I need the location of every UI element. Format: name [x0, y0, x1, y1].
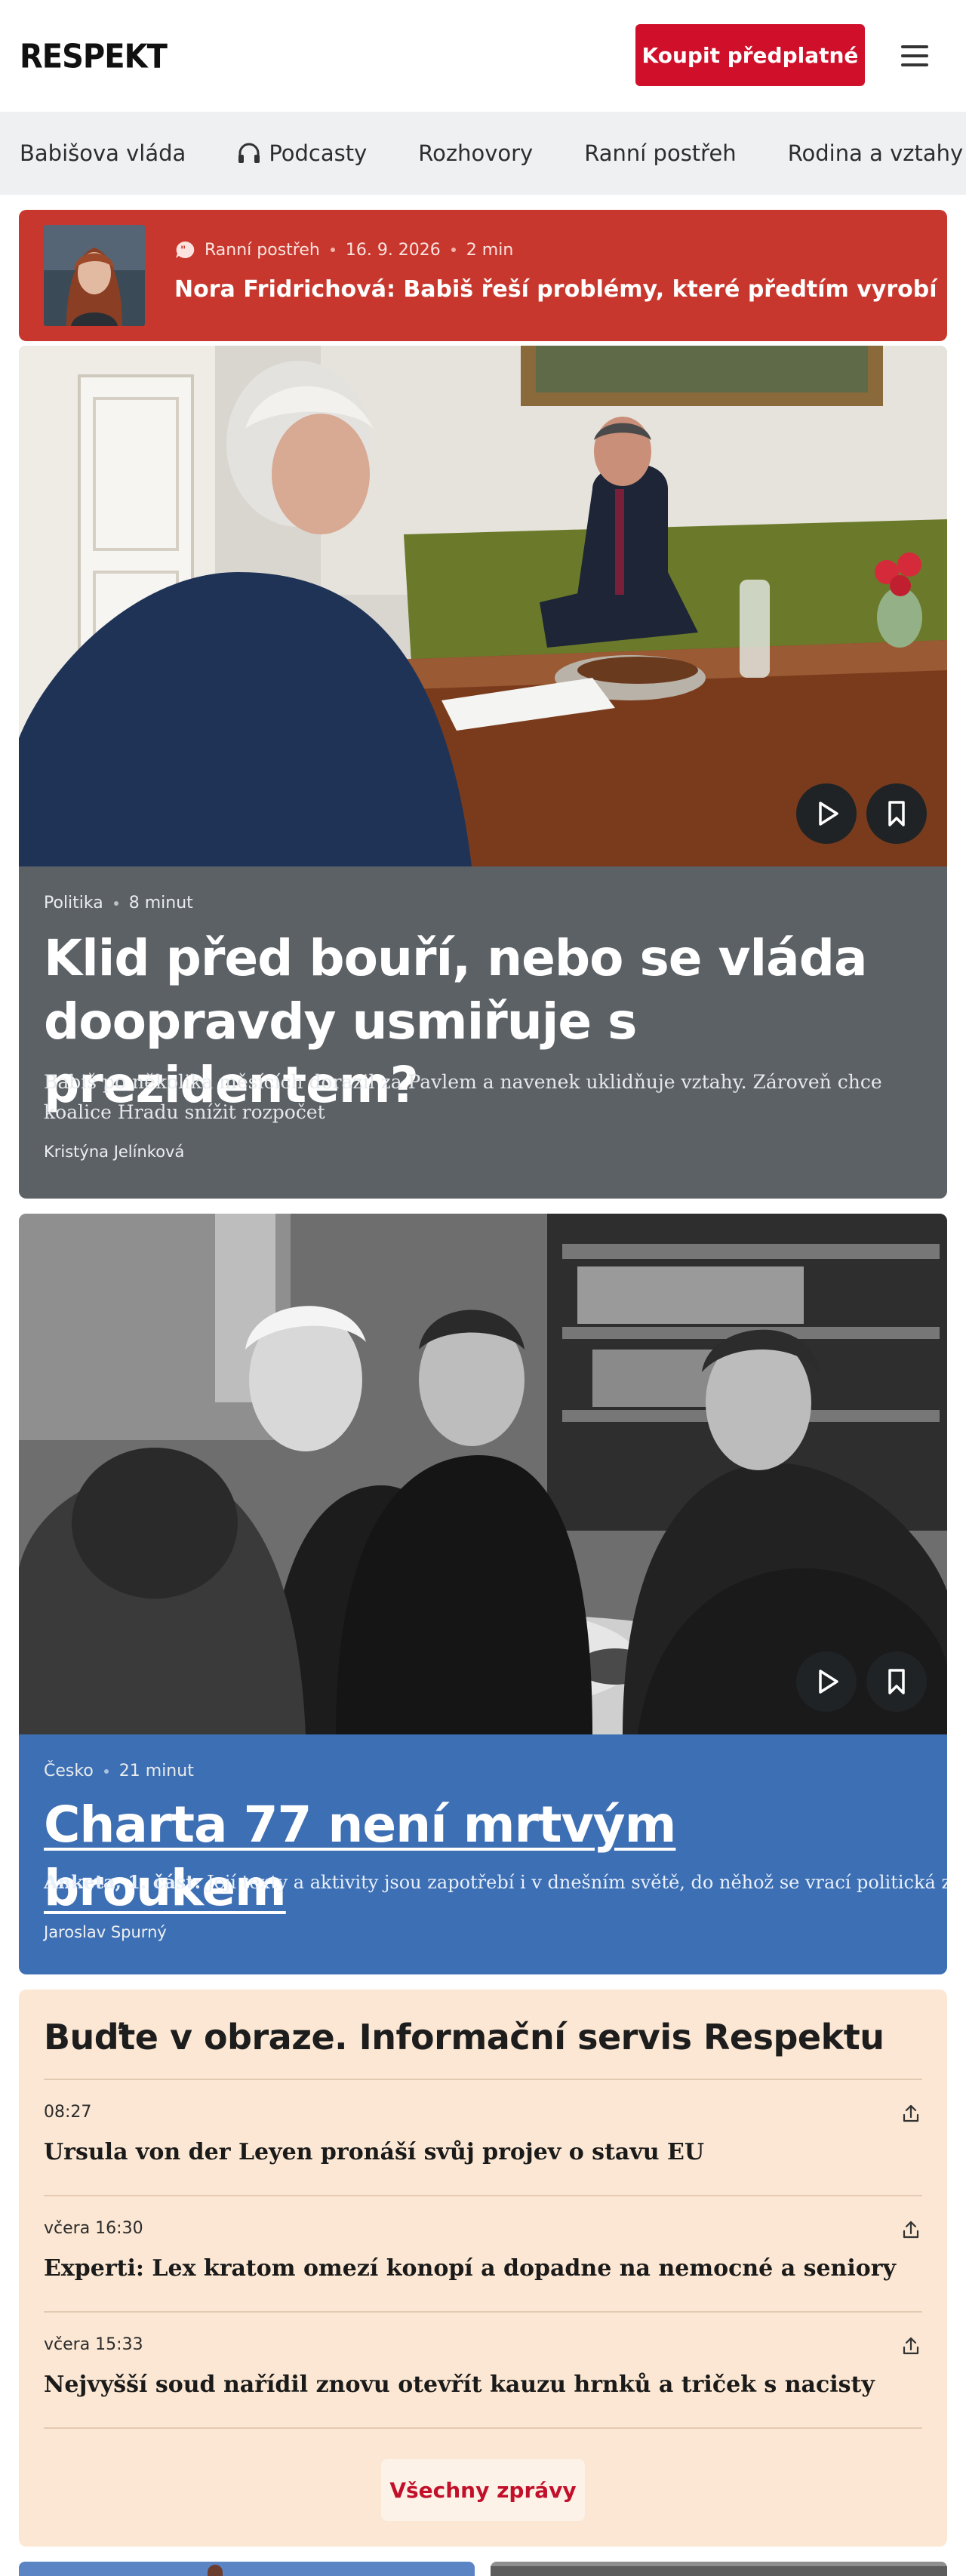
nav-item-ranni-postreh[interactable]: Ranní postřeh: [584, 140, 736, 166]
nav-item-rozhovory[interactable]: Rozhovory: [418, 140, 533, 166]
site-header: RESPEKT Koupit předplatné: [0, 0, 966, 112]
hamburger-menu-icon[interactable]: [898, 41, 931, 71]
news-time: včera 16:30: [44, 2219, 143, 2238]
promo-duration: 2 min: [466, 240, 514, 260]
article-card-charta-77[interactable]: Česko 21 minut Charta 77 není mrtvým bro…: [19, 1214, 947, 1974]
respekt-logo[interactable]: RESPEKT: [20, 38, 168, 76]
news-item[interactable]: 08:27 Ursula von der Leyen pronáší svůj …: [44, 2079, 922, 2195]
nav-item-label: Rozhovory: [418, 140, 534, 166]
nav-item-label: Podcasty: [269, 140, 368, 166]
nav-item-podcasty[interactable]: Podcasty: [237, 140, 367, 166]
promo-category: Ranní postřeh: [205, 240, 320, 260]
article-meta: Česko 21 minut: [44, 1762, 194, 1780]
nav-item-label: Babišova vláda: [20, 140, 186, 166]
play-icon: [819, 1670, 838, 1694]
article-meta: Politika 8 minut: [44, 894, 193, 913]
headphones-icon: [238, 143, 260, 163]
article-title[interactable]: Charta 77 není mrtvým broukem: [44, 1793, 927, 1920]
promo-title[interactable]: Nora Fridrichová: Babiš řeší problémy, k…: [174, 276, 937, 303]
news-service-box: Buďte v obraze. Informační servis Respek…: [19, 1990, 947, 2547]
bookmark-icon: [888, 801, 905, 826]
play-icon: [819, 802, 838, 826]
article-perex: Anketa, 1. část: Její texty a aktivity j…: [44, 1867, 947, 1897]
news-service-heading: Buďte v obraze. Informační servis Respek…: [44, 2017, 884, 2057]
all-news-button[interactable]: Všechny zprávy: [381, 2459, 585, 2521]
next-article-teaser[interactable]: [19, 2562, 475, 2576]
article-photo-charta-77-meeting: [19, 1214, 947, 1734]
share-icon[interactable]: [900, 2103, 922, 2125]
promo-date: 16. 9. 2026: [345, 240, 441, 260]
article-perex-text: Její texty a aktivity jsou zapotřebí i v…: [207, 1872, 947, 1893]
play-audio-button[interactable]: [796, 1651, 857, 1712]
news-title[interactable]: Experti: Lex kratom omezí konopí a dopad…: [44, 2255, 896, 2282]
bookmark-button[interactable]: [866, 1651, 927, 1712]
article-perex-lead: Anketa, 1. část:: [44, 1871, 202, 1893]
divider: [44, 2427, 922, 2429]
main-navigation: Babišova vláda Podcasty Rozhovory Ranní …: [0, 112, 966, 195]
article-author[interactable]: Jaroslav Spurný: [44, 1923, 167, 1941]
nav-item-label: Ranní postřeh: [584, 140, 737, 166]
bookmark-icon: [888, 1669, 905, 1694]
article-photo-politicians-meeting: [19, 346, 947, 866]
article-category[interactable]: Politika: [44, 894, 103, 913]
news-title[interactable]: Nejvyšší soud nařídil znovu otevřít kauz…: [44, 2371, 875, 2398]
nav-item-rodina-a-vztahy[interactable]: Rodina a vztahy: [788, 140, 963, 166]
next-article-teaser[interactable]: [491, 2562, 947, 2576]
promo-article-ranni-postreh[interactable]: " Ranní postřeh 16. 9. 2026 2 min Nora F…: [19, 210, 947, 341]
share-icon[interactable]: [900, 2335, 922, 2358]
news-title[interactable]: Ursula von der Leyen pronáší svůj projev…: [44, 2139, 704, 2165]
news-item[interactable]: včera 15:33 Nejvyšší soud nařídil znovu …: [44, 2311, 922, 2427]
article-perex: Babiš po několika měsících dorazil za Pa…: [44, 1071, 882, 1123]
article-category[interactable]: Česko: [44, 1762, 94, 1780]
article-card-body: Politika 8 minut Klid před bouří, nebo s…: [19, 866, 947, 1199]
news-time: včera 15:33: [44, 2335, 143, 2354]
subscribe-button[interactable]: Koupit předplatné: [635, 24, 865, 86]
quote-bubble-icon: ": [176, 241, 195, 258]
news-item[interactable]: včera 16:30 Experti: Lex kratom omezí ko…: [44, 2195, 922, 2311]
nav-item-label: Rodina a vztahy: [787, 140, 964, 166]
article-card-klid-pred-bouri[interactable]: Politika 8 minut Klid před bouří, nebo s…: [19, 346, 947, 1199]
author-portrait: [44, 225, 145, 326]
article-duration: 8 minut: [128, 894, 193, 913]
play-audio-button[interactable]: [796, 783, 857, 844]
article-card-body: Česko 21 minut Charta 77 není mrtvým bro…: [19, 1734, 947, 1974]
nav-item-babisova-vlada[interactable]: Babišova vláda: [20, 140, 186, 166]
share-icon[interactable]: [900, 2219, 922, 2242]
svg-text:": ": [180, 245, 186, 257]
promo-meta: " Ranní postřeh 16. 9. 2026 2 min: [174, 240, 513, 260]
bookmark-button[interactable]: [866, 783, 927, 844]
news-time: 08:27: [44, 2103, 92, 2122]
article-author[interactable]: Kristýna Jelínková: [44, 1143, 184, 1161]
article-duration: 21 minut: [118, 1762, 194, 1780]
